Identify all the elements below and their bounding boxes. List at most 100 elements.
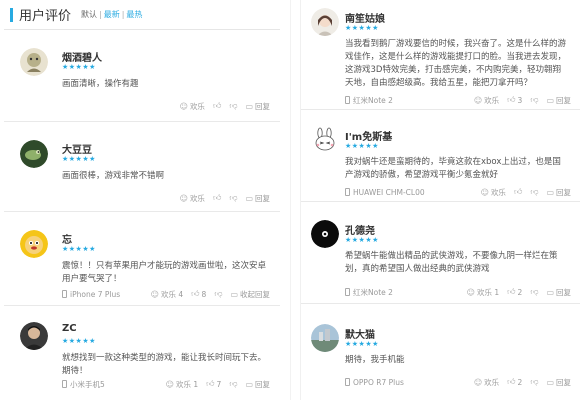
landscape-avatar-icon[interactable] (311, 324, 339, 352)
dislike-button[interactable]: 👎︎ (229, 379, 237, 389)
sort-options: 默认 | 最新 | 最热 (81, 9, 143, 20)
reply-button[interactable]: ▭ 回复 (245, 101, 270, 112)
thumbs-down-icon: 👎︎ (530, 287, 539, 296)
happy-button[interactable]: ☺ 欢乐 (481, 187, 506, 198)
dislike-button[interactable]: 👎︎ (530, 377, 538, 387)
happy-button[interactable]: ☺ 欢乐 1 (166, 379, 199, 390)
device-info: 红米Note 2 (345, 287, 393, 298)
comment-icon: ▭ (546, 187, 554, 197)
reply-button[interactable]: ▭ 回复 (546, 287, 571, 298)
review-card: 大豆豆 ★★★★★ 画面很棒，游戏非常不错啊 ☺ 欢乐 👍︎ 👎︎ ▭ 回复 (4, 132, 280, 212)
review-text: 当我看到鹅厂游戏要信的时候，我兴奋了。这是什么样的游戏佳作，这是什么样的游戏能提… (345, 39, 567, 88)
smile-icon: ☺ (473, 95, 483, 105)
rating-stars: ★★★★★ (62, 155, 96, 163)
person-avatar-icon[interactable] (20, 322, 48, 350)
review-card: I'm免斯基 ★★★★★ 我对蜗牛还是蛮期待的，毕竟这款在xbox上出过，也是国… (301, 118, 580, 202)
rating-stars: ★★★★★ (62, 63, 96, 71)
smile-icon: ☺ (480, 187, 489, 197)
username[interactable]: ZC (62, 323, 77, 334)
happy-button[interactable]: ☺ 欢乐 (474, 377, 499, 388)
rating-stars: ★★★★★ (345, 236, 379, 244)
like-button[interactable]: 👍︎ (213, 101, 221, 111)
review-footer: 红米Note 2 ☺ 欢乐 1 👍︎ 2 👎︎ ▭ 回复 (345, 286, 571, 298)
happy-button[interactable]: ☺ 欢乐 1 (467, 287, 500, 298)
review-card: 孔德尧 ★★★★★ 希望蜗牛能做出精品的武侠游戏，不要像九阴一样烂在策划，真的希… (301, 212, 580, 304)
review-footer: ☺ 欢乐 👍︎ 👎︎ ▭ 回复 (62, 100, 270, 112)
username[interactable]: 孔德尧 (345, 222, 375, 237)
like-button[interactable]: 👍︎ (213, 193, 221, 203)
like-button[interactable]: 👍︎ 2 (507, 377, 522, 387)
phone-icon (62, 380, 67, 388)
smile-icon: ☺ (179, 101, 188, 111)
reply-button[interactable]: ▭ 回复 (546, 95, 571, 106)
rabbit-avatar-icon[interactable] (311, 126, 339, 154)
device-info: OPPO R7 Plus (345, 378, 404, 387)
sort-hottest[interactable]: 最热 (126, 9, 142, 20)
rating-stars: ★★★★★ (345, 340, 379, 348)
like-button[interactable]: 👍︎ 7 (206, 379, 221, 389)
review-card: 南笙姑娘 ★★★★★ 当我看到鹅厂游戏要信的时候，我兴奋了。这是什么样的游戏佳作… (301, 0, 580, 110)
device-info: 小米手机5 (62, 379, 105, 390)
review-header: 用户评价 默认 | 最新 | 最热 (4, 0, 280, 30)
username[interactable]: 南笙姑娘 (345, 10, 385, 25)
dislike-button[interactable]: 👎︎ (530, 95, 538, 105)
dislike-button[interactable]: 👎︎ (229, 193, 237, 203)
sort-newest[interactable]: 最新 (104, 9, 120, 20)
happy-button[interactable]: ☺ 欢乐 (180, 101, 205, 112)
review-text: 震惊！！只有苹果用户才能玩的游戏画世啦，这次安卓用户要气哭了！ (62, 261, 267, 284)
comment-icon: ▭ (245, 379, 253, 389)
thumbs-up-icon: 👍︎ (513, 187, 523, 196)
column-divider (290, 0, 291, 400)
review-footer: OPPO R7 Plus ☺ 欢乐 👍︎ 2 👎︎ ▭ 回复 (345, 376, 571, 388)
thumbs-down-icon: 👎︎ (214, 289, 223, 298)
dislike-button[interactable]: 👎︎ (530, 187, 538, 197)
like-button[interactable]: 👍︎ 2 (507, 287, 522, 297)
phone-icon (345, 188, 350, 196)
reply-button[interactable]: ▭ 回复 (245, 379, 270, 390)
rating-stars: ★★★★★ (62, 245, 96, 253)
device-info: iPhone 7 Plus (62, 290, 120, 299)
rating-stars: ★★★★★ (62, 337, 96, 345)
thumbs-up-icon: 👍︎ (507, 95, 516, 104)
dislike-button[interactable]: 👎︎ (214, 289, 222, 299)
happy-button[interactable]: ☺ 欢乐 (180, 193, 205, 204)
thumbs-up-icon: 👍︎ (507, 287, 516, 296)
girl-avatar-icon[interactable] (311, 8, 339, 36)
review-footer: HUAWEI CHM-CL00 ☺ 欢乐 👍︎ 👎︎ ▭ 回复 (345, 186, 571, 198)
sort-default[interactable]: 默认 (81, 9, 97, 20)
username[interactable]: 默大猫 (345, 326, 375, 341)
monkey-avatar-icon[interactable] (20, 230, 48, 258)
like-button[interactable]: 👍︎ (514, 187, 522, 197)
like-button[interactable]: 👍︎ 8 (191, 289, 206, 299)
review-text: 就想找到一款这种类型的游戏，能让我长时间玩下去。期待！ (62, 353, 267, 376)
reply-button[interactable]: ▭ 回复 (546, 377, 571, 388)
happy-button[interactable]: ☺ 欢乐 4 (151, 289, 184, 300)
section-title: 用户评价 (19, 9, 72, 24)
collapse-replies-button[interactable]: ▭ 收起回复 (230, 289, 270, 300)
like-button[interactable]: 👍︎ 3 (507, 95, 522, 105)
lizard-avatar-icon[interactable] (20, 140, 48, 168)
reply-button[interactable]: ▭ 回复 (546, 187, 571, 198)
dislike-button[interactable]: 👎︎ (530, 287, 538, 297)
thumbs-up-icon: 👍︎ (212, 193, 222, 202)
cartoon-avatar-icon[interactable] (20, 48, 48, 76)
happy-button[interactable]: ☺ 欢乐 (474, 95, 499, 106)
username[interactable]: 忘 (62, 231, 72, 246)
review-text: 期待，我手机能 (345, 355, 405, 365)
review-card: 忘 ★★★★★ 震惊！！只有苹果用户才能玩的游戏画世啦，这次安卓用户要气哭了！ … (4, 222, 280, 306)
comment-icon: ▭ (245, 193, 253, 203)
review-text: 画面清晰，操作有趣 (62, 79, 139, 89)
review-text: 希望蜗牛能做出精品的武侠游戏，不要像九阴一样烂在策划，真的希望国人做出经典的武侠… (345, 251, 558, 274)
review-card: 烟酒碧人 ★★★★★ 画面清晰，操作有趣 ☺ 欢乐 👍︎ 👎︎ ▭ 回复 (4, 40, 280, 122)
username[interactable]: 大豆豆 (62, 141, 92, 156)
dark-circle-avatar-icon[interactable] (311, 220, 339, 248)
dislike-button[interactable]: 👎︎ (229, 101, 237, 111)
smile-icon: ☺ (473, 377, 483, 387)
username[interactable]: I'm免斯基 (345, 128, 392, 143)
reviews-left-column: 用户评价 默认 | 最新 | 最热 烟酒碧人 ★★★★★ 画面清晰，操作有趣 ☺… (4, 0, 280, 400)
username[interactable]: 烟酒碧人 (62, 49, 102, 64)
comment-icon: ▭ (230, 289, 238, 299)
reviews-right-column: 南笙姑娘 ★★★★★ 当我看到鹅厂游戏要信的时候，我兴奋了。这是什么样的游戏佳作… (300, 0, 580, 400)
phone-icon (345, 96, 350, 104)
reply-button[interactable]: ▭ 回复 (245, 193, 270, 204)
